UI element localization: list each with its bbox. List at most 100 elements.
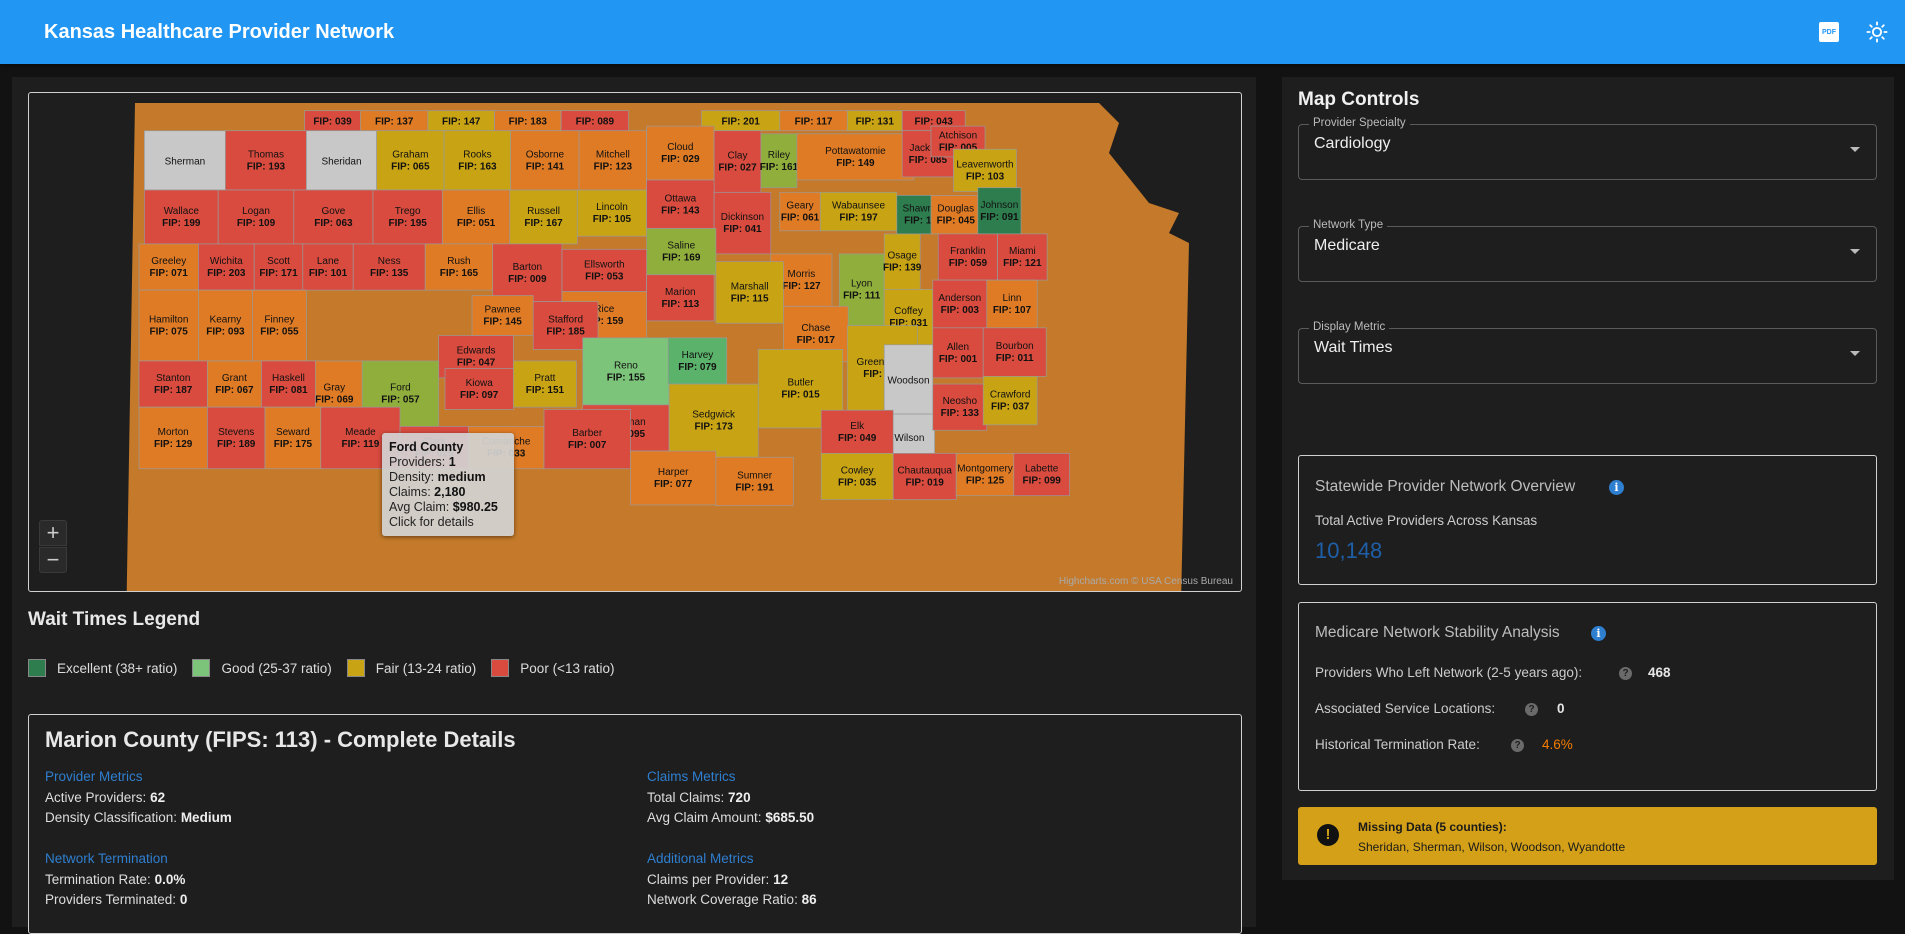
map-credits[interactable]: Highcharts.com © USA Census Bureau — [1059, 576, 1233, 587]
county-mitchell[interactable]: MitchellFIP: 123 — [578, 130, 647, 191]
county-top-1[interactable]: FIP: 137 — [360, 110, 429, 132]
county-stanton[interactable]: StantonFIP: 187 — [138, 360, 208, 408]
help-icon[interactable]: ? — [1511, 739, 1524, 752]
county-harper[interactable]: HarperFIP: 077 — [630, 450, 717, 506]
county-montgomery[interactable]: MontgomeryFIP: 125 — [955, 453, 1015, 497]
county-name-label: Thomas — [248, 149, 284, 160]
provider-specialty-select[interactable]: Provider Specialty Cardiology — [1298, 117, 1877, 180]
county-logan[interactable]: LoganFIP: 109 — [217, 189, 295, 245]
county-allen[interactable]: AllenFIP: 001 — [932, 327, 984, 379]
county-top-3[interactable]: FIP: 183 — [494, 110, 562, 132]
county-woodson[interactable]: Woodson — [883, 344, 934, 415]
county-stevens[interactable]: StevensFIP: 189 — [207, 406, 266, 470]
county-finney[interactable]: FinneyFIP: 055 — [252, 289, 307, 362]
county-sumner[interactable]: SumnerFIP: 191 — [715, 456, 794, 507]
county-name-label: Reno — [614, 360, 638, 371]
county-rooks[interactable]: RooksFIP: 163 — [443, 130, 512, 191]
county-pratt[interactable]: PrattFIP: 151 — [513, 360, 577, 408]
county-douglas[interactable]: DouglasFIP: 045 — [930, 195, 981, 235]
county-top-7[interactable]: FIP: 131 — [846, 110, 903, 132]
display-metric-select[interactable]: Display Metric Wait Times — [1298, 321, 1877, 384]
county-top-4[interactable]: FIP: 089 — [560, 110, 629, 132]
county-fip-label: FIP: 139 — [883, 263, 922, 274]
county-johnson[interactable]: JohnsonFIP: 091 — [977, 187, 1022, 235]
county-ness[interactable]: NessFIP: 135 — [352, 243, 426, 291]
county-top-6[interactable]: FIP: 117 — [779, 110, 848, 132]
county-lincoln[interactable]: LincolnFIP: 105 — [576, 189, 647, 237]
zoom-in-button[interactable]: + — [39, 520, 67, 546]
county-elk[interactable]: ElkFIP: 049 — [820, 409, 894, 454]
county-trego[interactable]: TregoFIP: 195 — [372, 189, 443, 245]
county-barton[interactable]: BartonFIP: 009 — [492, 243, 563, 303]
county-rush[interactable]: RushFIP: 165 — [424, 243, 494, 291]
county-name-label: Johnson — [980, 200, 1018, 211]
tooltip-claims-label: Claims: — [389, 485, 431, 499]
help-icon[interactable]: ? — [1525, 703, 1538, 716]
county-marshall[interactable]: MarshallFIP: 115 — [715, 261, 784, 324]
county-chautauqua[interactable]: ChautauquaFIP: 019 — [892, 453, 957, 500]
county-labette[interactable]: LabetteFIP: 099 — [1013, 453, 1070, 497]
county-gove[interactable]: GoveFIP: 063 — [293, 189, 374, 245]
county-saline[interactable]: SalineFIP: 169 — [646, 228, 717, 276]
county-cowley[interactable]: CowleyFIP: 035 — [820, 453, 894, 500]
county-name-label: Linn — [1003, 293, 1022, 304]
county-sherman[interactable]: Sherman — [144, 130, 226, 191]
county-riley[interactable]: RileyFIP: 161 — [760, 133, 799, 189]
pdf-export-icon[interactable]: PDF — [1819, 22, 1839, 42]
county-seward[interactable]: SewardFIP: 175 — [264, 406, 322, 470]
county-russell[interactable]: RussellFIP: 167 — [509, 189, 578, 245]
county-marion[interactable]: MarionFIP: 113 — [646, 274, 715, 322]
county-harvey[interactable]: HarveyFIP: 079 — [667, 337, 728, 385]
help-icon[interactable]: ? — [1619, 667, 1632, 680]
county-pawnee[interactable]: PawneeFIP: 145 — [471, 295, 534, 336]
county-kearny[interactable]: KearnyFIP: 093 — [198, 289, 253, 362]
county-kiowa[interactable]: KiowaFIP: 097 — [444, 368, 514, 410]
county-neosho[interactable]: NeoshoFIP: 133 — [932, 383, 988, 431]
county-leavenworth[interactable]: LeavenworthFIP: 103 — [953, 148, 1017, 192]
county-fip-label: FIP: 107 — [993, 305, 1032, 316]
county-pottawatomie[interactable]: PottawatomieFIP: 149 — [796, 133, 915, 181]
county-clay[interactable]: ClayFIP: 027 — [713, 130, 762, 193]
county-top-2[interactable]: FIP: 147 — [427, 110, 495, 132]
map-container[interactable]: FIP: 039 FIP: 137 FIP: 147 FIP: 183 FIP: 089… — [28, 92, 1242, 592]
county-miami[interactable]: MiamiFIP: 121 — [997, 233, 1048, 281]
county-scott[interactable]: ScottFIP: 171 — [253, 243, 304, 291]
county-wabaunsee[interactable]: WabaunseeFIP: 197 — [819, 191, 898, 232]
county-cloud[interactable]: CloudFIP: 029 — [646, 125, 715, 181]
county-ellis[interactable]: EllisFIP: 051 — [441, 189, 511, 245]
county-barber[interactable]: BarberFIP: 007 — [543, 409, 631, 470]
county-geary[interactable]: GearyFIP: 061 — [779, 191, 821, 232]
county-thomas[interactable]: ThomasFIP: 193 — [225, 130, 307, 191]
county-wallace[interactable]: WallaceFIP: 199 — [144, 189, 219, 245]
county-bourbon[interactable]: BourbonFIP: 011 — [982, 327, 1047, 377]
county-franklin[interactable]: FranklinFIP: 059 — [937, 233, 998, 281]
county-linn[interactable]: LinnFIP: 107 — [986, 279, 1038, 329]
county-morton[interactable]: MortonFIP: 129 — [138, 406, 208, 470]
county-sheridan[interactable]: Sheridan — [306, 130, 377, 191]
county-grant[interactable]: GrantFIP: 067 — [207, 360, 262, 408]
info-icon[interactable]: i — [1591, 626, 1606, 641]
county-osage[interactable]: OsageFIP: 139 — [883, 233, 922, 290]
network-type-select[interactable]: Network Type Medicare — [1298, 219, 1877, 282]
theme-toggle-icon[interactable] — [1866, 21, 1888, 43]
info-icon[interactable]: i — [1609, 480, 1624, 495]
county-ellsworth[interactable]: EllsworthFIP: 053 — [561, 248, 647, 293]
kansas-county-map[interactable]: FIP: 039 FIP: 137 FIP: 147 FIP: 183 FIP: 089… — [29, 93, 1242, 592]
county-reno[interactable]: RenoFIP: 155 — [582, 337, 670, 406]
county-crawford[interactable]: CrawfordFIP: 037 — [982, 376, 1038, 426]
county-hamilton[interactable]: HamiltonFIP: 075 — [138, 289, 199, 362]
county-ottawa[interactable]: OttawaFIP: 143 — [646, 179, 715, 229]
county-osborne[interactable]: OsborneFIP: 141 — [510, 130, 580, 191]
county-lane[interactable]: LaneFIP: 101 — [302, 243, 354, 291]
county-anderson[interactable]: AndersonFIP: 003 — [932, 279, 988, 329]
county-graham[interactable]: GrahamFIP: 065 — [376, 130, 445, 191]
county-fip-label: FIP: 055 — [260, 327, 299, 338]
zoom-out-button[interactable]: − — [39, 547, 67, 573]
county-top-0[interactable]: FIP: 039 — [304, 110, 361, 132]
county-sedgwick[interactable]: SedgwickFIP: 173 — [668, 383, 759, 458]
county-greeley[interactable]: GreeleyFIP: 071 — [138, 243, 199, 291]
county-name-label: Grant — [222, 373, 247, 384]
county-wichita[interactable]: WichitaFIP: 203 — [198, 243, 255, 291]
county-dickinson[interactable]: DickinsonFIP: 041 — [713, 191, 772, 255]
county-haskell[interactable]: HaskellFIP: 081 — [261, 360, 316, 408]
